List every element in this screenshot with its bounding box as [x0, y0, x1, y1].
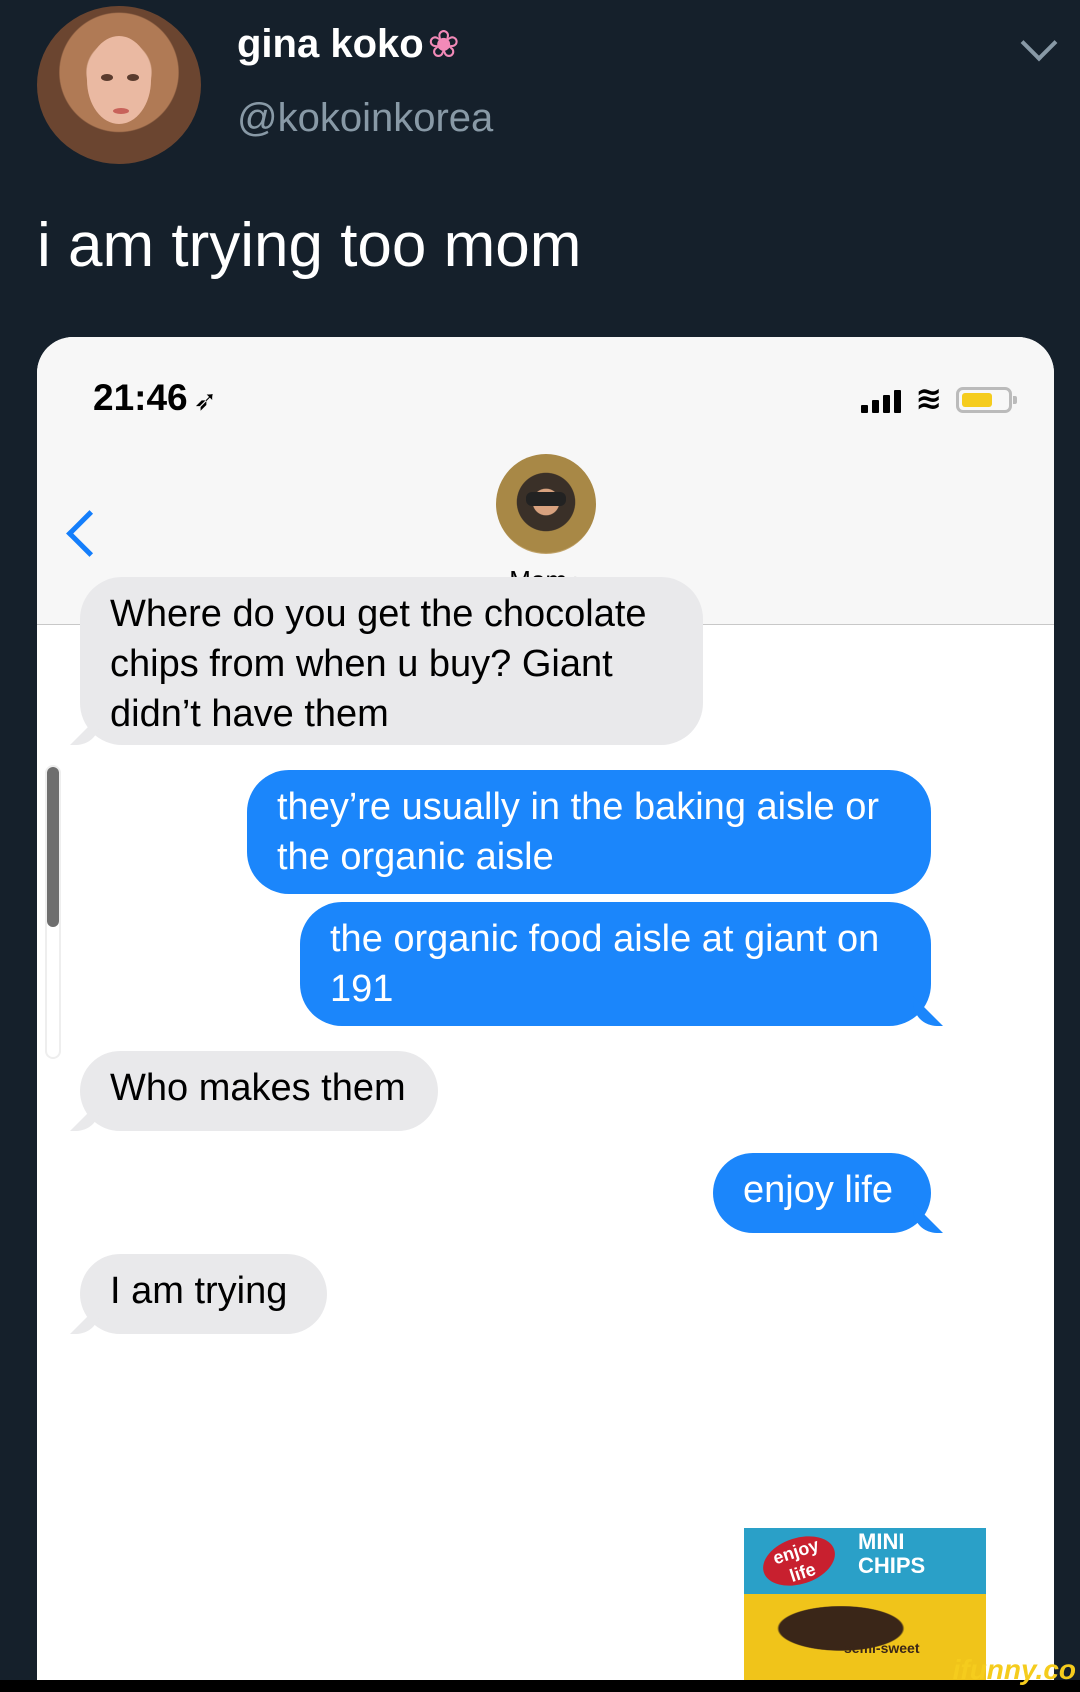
message-received[interactable]: I am trying — [80, 1254, 327, 1334]
chocolate-chips-image — [744, 1594, 986, 1680]
message-sent[interactable]: the organic food aisle at giant on 191 — [300, 902, 931, 1026]
avatar-lips — [113, 108, 129, 114]
author-handle[interactable]: @kokoinkorea — [237, 96, 493, 141]
product-photo-attachment[interactable]: enjoy life MINI CHIPS semi-sweet — [744, 1528, 986, 1680]
cherry-blossom-icon: ❀ — [427, 24, 460, 66]
message-sent[interactable]: enjoy life — [713, 1153, 931, 1233]
product-variant: semi-sweet — [844, 1640, 920, 1656]
bottom-bar — [0, 1680, 1080, 1692]
message-received[interactable]: Where do you get the chocolate chips fro… — [80, 577, 703, 745]
author-avatar[interactable] — [37, 6, 201, 164]
author-name[interactable]: gina koko ❀ — [237, 22, 460, 67]
product-title-line2: CHIPS — [858, 1553, 926, 1578]
chevron-down-icon[interactable] — [1020, 24, 1058, 62]
back-chevron-icon[interactable] — [66, 510, 113, 557]
wifi-icon: ≋ — [915, 380, 942, 416]
status-icons: ≋ — [861, 380, 1017, 416]
screenshot-card[interactable]: 21:46➶ ≋ Mom› Where do you get the choco… — [37, 337, 1054, 1680]
message-sent[interactable]: they’re usually in the baking aisle or t… — [247, 770, 931, 894]
status-time-text: 21:46 — [93, 377, 188, 418]
avatar-eye — [101, 74, 113, 81]
signal-icon — [861, 390, 902, 413]
sunglasses — [526, 492, 566, 506]
avatar-eye — [127, 74, 139, 81]
brand-logo: enjoy life — [756, 1528, 842, 1595]
watermark: ifunny.co — [952, 1654, 1076, 1685]
location-arrow-icon: ➶ — [193, 385, 218, 416]
battery-icon — [956, 387, 1017, 413]
product-title: MINI CHIPS — [858, 1530, 925, 1578]
status-time: 21:46 ➶ — [93, 377, 217, 419]
tweet-text: i am trying too mom — [37, 211, 582, 280]
scrollbar[interactable] — [47, 767, 59, 1057]
message-received[interactable]: Who makes them — [80, 1051, 438, 1131]
contact-avatar[interactable] — [496, 454, 596, 554]
author-name-text: gina koko — [237, 22, 424, 66]
product-title-line1: MINI — [858, 1529, 905, 1554]
scrollbar-thumb[interactable] — [47, 767, 59, 927]
